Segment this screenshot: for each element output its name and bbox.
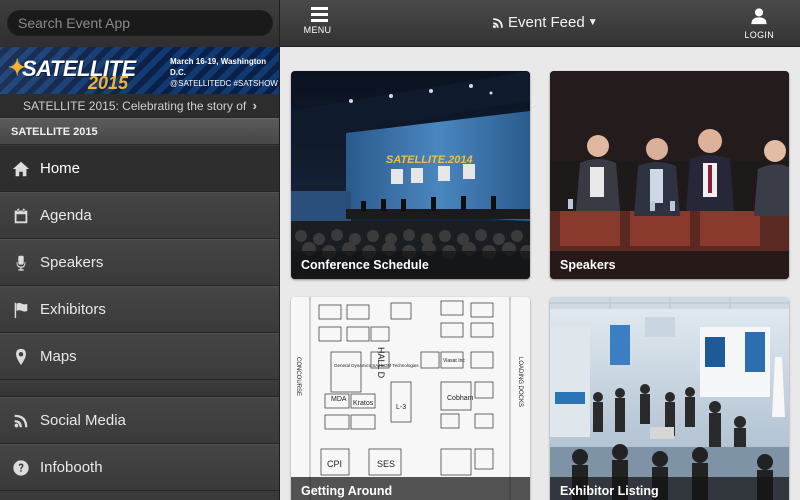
map-booth-cobham: Cobham xyxy=(447,395,474,402)
conference-stage-photo: SATELLITE.2014 xyxy=(291,71,530,279)
map-booth-l3: L-3 xyxy=(396,404,406,411)
tile-caption: Getting Around xyxy=(291,477,530,500)
tile-conference-schedule[interactable]: SATELLITE.2014 Conference Schedule xyxy=(291,71,530,279)
event-banner[interactable]: ✦ SATELLITE 2015 March 16-19, Washington… xyxy=(0,47,279,94)
nav-item-maps[interactable]: Maps xyxy=(0,333,279,380)
top-bar: MENU Event Feed ▼ LOGIN xyxy=(280,0,800,47)
menu-label: MENU xyxy=(303,25,332,35)
nav-label-maps: Maps xyxy=(40,348,77,365)
search-bar xyxy=(0,0,279,47)
map-booth-kratos: Kratos xyxy=(353,400,374,407)
logo-year: 2015 xyxy=(88,73,129,93)
nav-item-infobooth[interactable]: Infobooth xyxy=(0,444,279,491)
tile-exhibitor-listing[interactable]: Exhibitor Listing xyxy=(550,297,789,500)
nav-item-social-media[interactable]: Social Media xyxy=(0,397,279,444)
nav-label-infobooth: Infobooth xyxy=(40,459,103,476)
map-loading-label: LOADING DOCKS xyxy=(517,357,523,407)
nav-label-home: Home xyxy=(40,160,81,177)
flag-icon xyxy=(0,301,40,319)
user-icon xyxy=(751,8,767,25)
satellite-logo: ✦ SATELLITE 2015 xyxy=(8,53,148,93)
event-tagline[interactable]: SATELLITE 2015: Celebrating the story of… xyxy=(0,94,279,118)
login-button[interactable]: LOGIN xyxy=(744,5,774,40)
map-booth-cpi: CPI xyxy=(327,459,342,469)
tile-caption: Speakers xyxy=(550,251,789,279)
banner-handle: @SATELLITEDC #SATSHOW xyxy=(170,79,278,88)
rss-icon xyxy=(0,412,40,430)
microphone-icon xyxy=(0,254,40,272)
tile-speakers[interactable]: Speakers xyxy=(550,71,789,279)
nav-item-home[interactable]: Home xyxy=(0,145,279,192)
menu-button[interactable]: MENU xyxy=(303,5,333,35)
home-icon xyxy=(0,160,40,178)
calendar-icon xyxy=(0,207,40,225)
speakers-panel-photo xyxy=(550,71,789,279)
map-booth-mda: MDA xyxy=(331,396,347,403)
map-booth-viasat: Viasat Inc xyxy=(443,358,465,364)
nav-item-exhibitors[interactable]: Exhibitors xyxy=(0,286,279,333)
login-label: LOGIN xyxy=(744,30,774,40)
banner-info: March 16-19, Washington D.C. @SATELLITED… xyxy=(146,56,279,88)
hamburger-icon xyxy=(310,7,328,22)
nav-label-social-media: Social Media xyxy=(40,412,126,429)
nav-label-exhibitors: Exhibitors xyxy=(40,301,106,318)
search-input[interactable] xyxy=(7,10,273,36)
tile-caption: Exhibitor Listing xyxy=(550,477,789,500)
map-booth-ses: SES xyxy=(377,459,395,469)
tile-getting-around[interactable]: HALL D LOADING DOCKS CONCOURSE MDA Krato… xyxy=(291,297,530,500)
rss-icon xyxy=(492,17,503,28)
tile-caption: Conference Schedule xyxy=(291,251,530,279)
nav-label-agenda: Agenda xyxy=(40,207,92,224)
map-marker-icon xyxy=(0,348,40,366)
banner-date: March 16-19, Washington D.C. xyxy=(170,57,267,77)
nav-label-speakers: Speakers xyxy=(40,254,104,271)
feed-title-text: Event Feed xyxy=(508,14,585,31)
floor-map-photo: HALL D LOADING DOCKS CONCOURSE MDA Krato… xyxy=(291,297,530,500)
event-feed-dropdown[interactable]: Event Feed ▼ xyxy=(492,14,598,31)
chevron-right-icon: › xyxy=(252,98,257,113)
section-header: SATELLITE 2015 xyxy=(0,118,279,145)
map-booth-general-dynamics: General Dynamics SATCOM Technologies xyxy=(334,363,419,368)
nav-item-agenda[interactable]: Agenda xyxy=(0,192,279,239)
question-circle-icon xyxy=(0,459,40,477)
tagline-text: SATELLITE 2015: Celebrating the story of… xyxy=(23,99,249,113)
sidebar: ✦ SATELLITE 2015 March 16-19, Washington… xyxy=(0,0,280,500)
caret-down-icon: ▼ xyxy=(587,17,598,28)
nav-item-speakers[interactable]: Speakers xyxy=(0,239,279,286)
map-concourse-label: CONCOURSE xyxy=(295,357,301,396)
stage-logo-text: SATELLITE.2014 xyxy=(386,154,473,166)
nav-divider xyxy=(0,380,279,397)
exhibit-hall-photo xyxy=(550,297,789,500)
